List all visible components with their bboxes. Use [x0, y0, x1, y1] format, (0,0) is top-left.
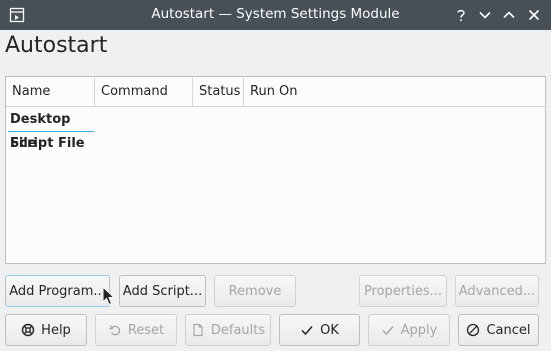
reset-button[interactable]: Reset — [95, 314, 177, 346]
checkmark-icon — [382, 326, 394, 336]
group-script-file[interactable]: Script File — [8, 132, 94, 156]
cancel-label: Cancel — [486, 322, 531, 338]
title-bar: Autostart — System Settings Module — [0, 0, 551, 30]
apply-button[interactable]: Apply — [368, 314, 450, 346]
remove-label: Remove — [228, 283, 282, 299]
defaults-button[interactable]: Defaults — [185, 314, 271, 346]
close-icon[interactable] — [526, 7, 542, 23]
add-program-label: Add Program... — [9, 283, 106, 299]
checkmark-icon — [301, 326, 313, 336]
column-header-run-on[interactable]: Run On — [244, 77, 545, 106]
column-header-status[interactable]: Status — [193, 77, 244, 106]
help-label: Help — [41, 322, 71, 338]
group-desktop-file[interactable]: Desktop File — [8, 108, 94, 151]
add-script-label: Add Script... — [122, 283, 203, 299]
defaults-label: Defaults — [210, 322, 266, 338]
cancel-icon — [467, 323, 480, 337]
help-lifebuoy-icon — [21, 323, 35, 337]
undo-icon — [108, 325, 120, 336]
add-script-button[interactable]: Add Script... — [119, 275, 206, 307]
column-header-name[interactable]: Name — [6, 77, 95, 106]
cancel-button[interactable]: Cancel — [458, 314, 539, 346]
help-icon[interactable] — [453, 7, 469, 23]
page-title: Autostart — [5, 33, 108, 58]
advanced-button[interactable]: Advanced... — [455, 275, 539, 307]
document-revert-icon — [193, 323, 203, 337]
maximize-icon[interactable] — [501, 7, 517, 23]
apply-label: Apply — [400, 322, 438, 338]
column-header-command[interactable]: Command — [95, 77, 193, 106]
help-button[interactable]: Help — [5, 314, 87, 346]
properties-label: Properties... — [363, 283, 443, 299]
add-program-button[interactable]: Add Program... — [5, 275, 110, 307]
properties-button[interactable]: Properties... — [359, 275, 447, 307]
remove-button[interactable]: Remove — [214, 275, 296, 307]
ok-label: OK — [320, 322, 339, 338]
advanced-label: Advanced... — [458, 283, 536, 299]
list-header: Name Command Status Run On — [6, 77, 545, 107]
ok-button[interactable]: OK — [279, 314, 360, 346]
reset-label: Reset — [127, 322, 165, 338]
minimize-icon[interactable] — [477, 7, 493, 23]
autostart-list[interactable]: Name Command Status Run On Desktop File … — [5, 76, 546, 264]
